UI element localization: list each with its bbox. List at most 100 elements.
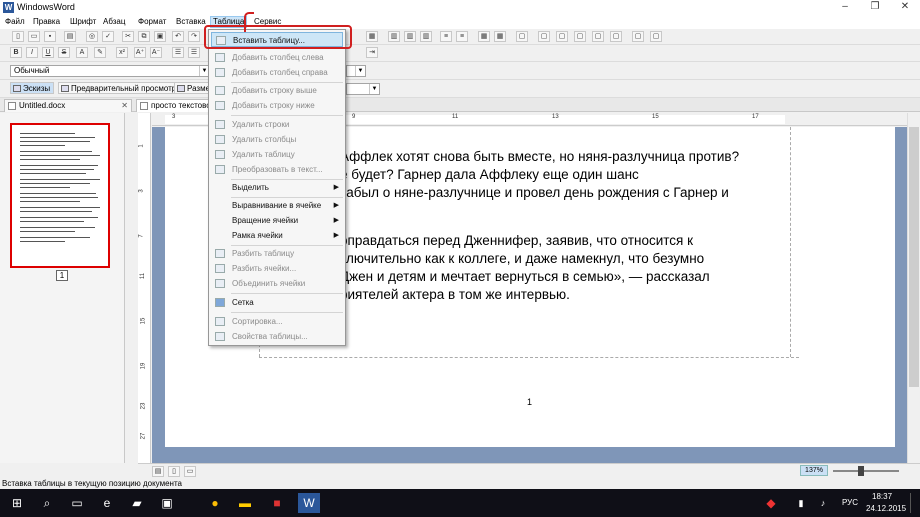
task-view-icon[interactable]: ▭ — [66, 493, 88, 513]
italic-icon[interactable]: I — [26, 47, 38, 58]
border4-icon[interactable]: ▢ — [574, 31, 586, 42]
find-icon[interactable]: ◎ — [86, 31, 98, 42]
shrink-font-icon[interactable]: A⁻ — [150, 47, 162, 58]
strikethrough-icon[interactable]: S — [58, 47, 70, 58]
add-row-above-icon — [215, 86, 225, 95]
minimize-button[interactable]: – — [830, 0, 860, 15]
menu-cell-rotation[interactable]: Вращение ячейки ▶ — [211, 213, 343, 228]
menu-insert[interactable]: Вставка — [174, 16, 208, 28]
bullets-icon[interactable]: ☰ — [172, 47, 184, 58]
search-icon[interactable]: ⌕ — [36, 493, 58, 513]
numbering-icon[interactable]: ☰ — [188, 47, 200, 58]
menu-file[interactable]: Файл — [3, 16, 27, 28]
font-color-icon[interactable]: A — [76, 47, 88, 58]
table-tool-icon[interactable]: ▦ — [366, 31, 378, 42]
menu-add-col-right[interactable]: Добавить столбец справа — [211, 65, 343, 80]
word-taskbar-icon[interactable]: W — [298, 493, 320, 513]
highlight-icon[interactable]: ✎ — [94, 47, 106, 58]
zoom-select[interactable]: ▼ — [346, 83, 380, 95]
new-icon[interactable]: ▯ — [12, 31, 24, 42]
scrollbar-thumb[interactable] — [909, 127, 919, 387]
column2-icon[interactable]: ▥ — [404, 31, 416, 42]
redo-icon[interactable]: ↷ — [188, 31, 200, 42]
antivirus-icon[interactable]: ◆ — [760, 493, 782, 513]
menu-paragraph[interactable]: Абзац — [101, 16, 127, 28]
grid-icon[interactable]: ▦ — [478, 31, 490, 42]
grow-font-icon[interactable]: A⁺ — [134, 47, 146, 58]
border5-icon[interactable]: ▢ — [592, 31, 604, 42]
cut-icon[interactable]: ✂ — [122, 31, 134, 42]
menu-table-properties[interactable]: Свойства таблицы... — [211, 329, 343, 344]
copy-icon[interactable]: ⧉ — [138, 31, 150, 42]
menu-delete-table[interactable]: Удалить таблицу — [211, 147, 343, 162]
tab-untitled[interactable]: Untitled.docx ✕ — [4, 99, 132, 112]
save-icon[interactable]: ▪ — [44, 31, 56, 42]
open-icon[interactable]: ▭ — [28, 31, 40, 42]
paste-icon[interactable]: ▣ — [154, 31, 166, 42]
menu-merge-cells[interactable]: Объединить ячейки — [211, 276, 343, 291]
border2-icon[interactable]: ▢ — [538, 31, 550, 42]
close-icon[interactable]: ✕ — [121, 100, 128, 112]
page-thumbnail[interactable] — [10, 123, 110, 268]
menu-convert-to-text[interactable]: Преобразовать в текст... — [211, 162, 343, 177]
column-icon[interactable]: ▥ — [388, 31, 400, 42]
show-desktop-button[interactable] — [910, 493, 918, 513]
menu-split-cells[interactable]: Разбить ячейки... — [211, 261, 343, 276]
style-select[interactable]: Обычный ▼ — [10, 65, 210, 77]
menu-cell-alignment[interactable]: Выравнивание в ячейке ▶ — [211, 198, 343, 213]
underline-icon[interactable]: U — [42, 47, 54, 58]
web-view-icon[interactable]: ▭ — [184, 466, 196, 477]
menu-grid[interactable]: Сетка — [211, 295, 343, 310]
folder-icon[interactable]: ▬ — [234, 493, 256, 513]
font-size-select[interactable]: ▼ — [346, 65, 366, 77]
language-indicator[interactable]: РУС — [842, 498, 858, 507]
preview-button[interactable]: Предварительный просмотр — [58, 82, 181, 94]
align-icon[interactable]: ≡ — [440, 31, 452, 42]
border7-icon[interactable]: ▢ — [632, 31, 644, 42]
media-icon[interactable]: ■ — [266, 493, 288, 513]
chevron-down-icon: ▼ — [355, 66, 365, 76]
volume-icon[interactable]: ♪ — [812, 493, 834, 513]
edge-icon[interactable]: e — [96, 493, 118, 513]
superscript-icon[interactable]: x² — [116, 47, 128, 58]
print-icon[interactable]: ▤ — [64, 31, 76, 42]
menu-cell-border[interactable]: Рамка ячейки ▶ — [211, 228, 343, 243]
column3-icon[interactable]: ▥ — [420, 31, 432, 42]
border3-icon[interactable]: ▢ — [556, 31, 568, 42]
network-icon[interactable]: ▮ — [790, 493, 812, 513]
close-button[interactable]: ✕ — [890, 0, 920, 15]
vertical-scrollbar[interactable] — [907, 113, 920, 463]
menu-font[interactable]: Шрифт — [68, 16, 98, 28]
maximize-button[interactable]: ❐ — [860, 0, 890, 15]
zoom-slider-handle[interactable] — [858, 466, 864, 476]
spell-icon[interactable]: ✓ — [102, 31, 114, 42]
grid2-icon[interactable]: ▦ — [494, 31, 506, 42]
menu-add-row-below[interactable]: Добавить строку ниже — [211, 98, 343, 113]
undo-icon[interactable]: ↶ — [172, 31, 184, 42]
zoom-slider[interactable] — [833, 470, 899, 472]
bold-icon[interactable]: B — [10, 47, 22, 58]
menu-split-table[interactable]: Разбить таблицу — [211, 246, 343, 261]
indent-icon[interactable]: ⇥ — [366, 47, 378, 58]
menu-format[interactable]: Формат — [136, 16, 168, 28]
align2-icon[interactable]: ≡ — [456, 31, 468, 42]
text-line: ключительно как к коллеге, и даже намекн… — [340, 251, 705, 266]
menu-add-col-left[interactable]: Добавить столбец слева — [211, 50, 343, 65]
start-icon[interactable]: ⊞ — [6, 493, 28, 513]
layout-view-icon[interactable]: ▯ — [168, 466, 180, 477]
menu-delete-rows[interactable]: Удалить строки — [211, 117, 343, 132]
preview-icon — [61, 85, 69, 92]
menu-sort[interactable]: Сортировка... — [211, 314, 343, 329]
store-icon[interactable]: ▣ — [156, 493, 178, 513]
menu-select[interactable]: Выделить ▶ — [211, 180, 343, 195]
border6-icon[interactable]: ▢ — [610, 31, 622, 42]
menu-edit[interactable]: Правка — [31, 16, 62, 28]
explorer-icon[interactable]: ▰ — [126, 493, 148, 513]
menu-delete-columns[interactable]: Удалить столбцы — [211, 132, 343, 147]
border-icon[interactable]: ▢ — [516, 31, 528, 42]
normal-view-icon[interactable]: ▤ — [152, 466, 164, 477]
border8-icon[interactable]: ▢ — [650, 31, 662, 42]
chrome-icon[interactable]: ● — [204, 493, 226, 513]
sketches-button[interactable]: Эскизы — [10, 82, 55, 94]
menu-add-row-above[interactable]: Добавить строку выше — [211, 83, 343, 98]
